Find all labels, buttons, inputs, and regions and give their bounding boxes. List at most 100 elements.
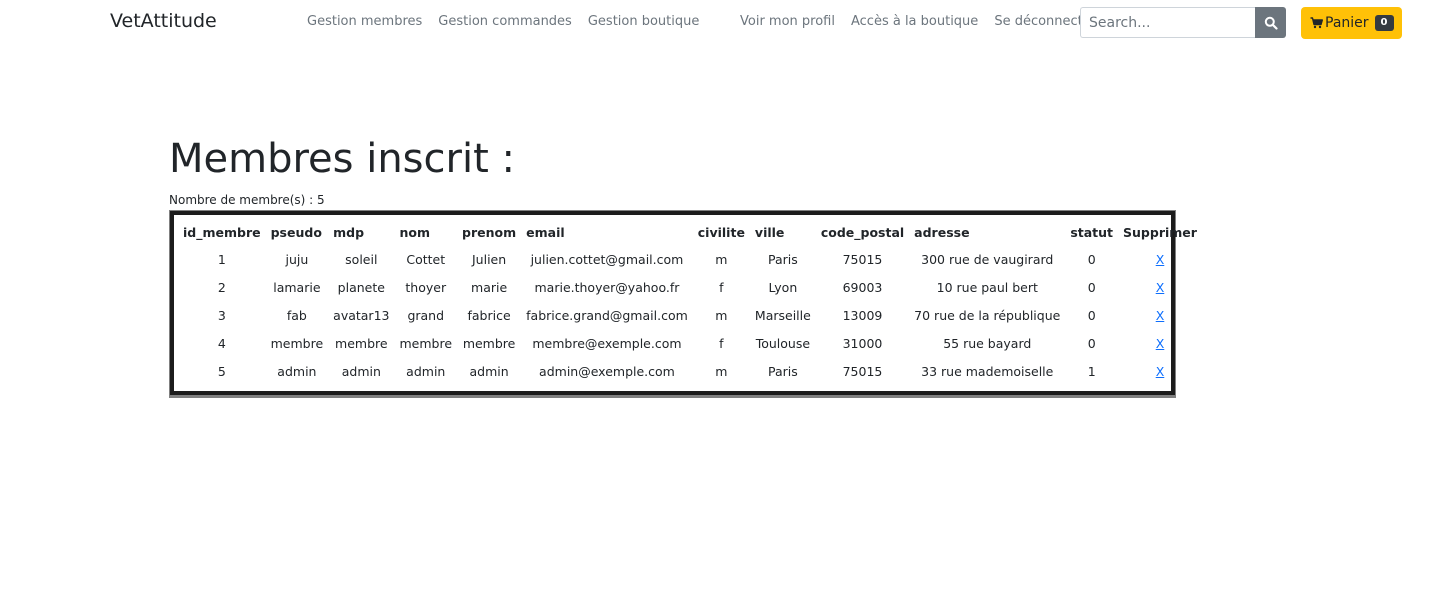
search-form [1080,7,1286,38]
cell-supprimer: X [1118,301,1202,329]
search-icon [1264,16,1278,30]
cart-label: Panier [1325,15,1369,31]
header-id-membre: id_membre [183,224,261,240]
cell-supprimer: X [1118,245,1202,273]
cell-prenom: marie [471,279,508,295]
delete-member-link[interactable]: X [1156,308,1165,323]
cell-nom: membre [399,335,453,351]
cell-nom: grand [407,307,445,323]
cell-supprimer: X [1118,329,1202,357]
cell-email: julien.cottet@gmail.com [530,251,684,267]
nav-gestion-commandes[interactable]: Gestion commandes [438,14,572,29]
header-prenom: prenom [462,224,517,240]
cell-adresse: 55 rue bayard [943,335,1032,351]
cell-id-membre: 2 [217,279,226,295]
cell-id-membre: 1 [217,251,226,267]
header-pseudo: pseudo [270,224,322,240]
cell-mdp: admin [341,363,381,379]
cell-civilite: m [715,251,728,267]
cell-email: admin@exemple.com [539,363,675,379]
delete-member-link[interactable]: X [1156,252,1165,267]
cell-nom: Cottet [406,251,446,267]
cell-adresse: 33 rue mademoiselle [921,363,1054,379]
cell-prenom: fabrice [467,307,511,323]
table-row: 5 admin admin admin admin admin@exemple.… [178,357,1202,385]
cell-nom: admin [406,363,446,379]
header-email: email [526,224,565,240]
table-row: 2 lamarie planete thoyer marie marie.tho… [178,273,1202,301]
members-table-frame: id_membre pseudo mdp nom prenom email ci… [169,210,1197,398]
cell-mdp: avatar13 [333,307,390,323]
cell-ville: Lyon [768,279,798,295]
cell-id-membre: 5 [217,363,226,379]
cell-supprimer: X [1118,357,1202,385]
header-code-postal: code_postal [820,224,905,240]
header-supprimer: Supprimer [1123,224,1197,240]
cell-ville: Paris [767,251,798,267]
cell-email: membre@exemple.com [532,335,682,351]
cell-prenom: Julien [472,251,507,267]
cell-ville: Paris [767,363,798,379]
cell-civilite: f [719,335,724,351]
navbar: VetAttitude Gestion membres Gestion comm… [0,0,1454,46]
cell-code-postal: 69003 [842,279,883,295]
cell-statut: 0 [1087,279,1096,295]
cell-id-membre: 3 [217,307,226,323]
cell-pseudo: fab [286,307,307,323]
header-ville: ville [754,224,785,240]
cell-code-postal: 75015 [842,363,883,379]
admin-nav: Gestion membres Gestion commandes Gestio… [307,14,699,29]
cell-email: marie.thoyer@yahoo.fr [534,279,680,295]
delete-member-link[interactable]: X [1156,336,1165,351]
cell-code-postal: 13009 [842,307,883,323]
header-adresse: adresse [914,224,970,240]
nav-gestion-membres[interactable]: Gestion membres [307,14,422,29]
members-table-border: id_membre pseudo mdp nom prenom email ci… [170,211,1197,395]
members-table: id_membre pseudo mdp nom prenom email ci… [178,219,1202,385]
cell-statut: 0 [1087,307,1096,323]
nav-gestion-boutique[interactable]: Gestion boutique [588,14,700,29]
cell-civilite: m [715,307,728,323]
table-row: 3 fab avatar13 grand fabrice fabrice.gra… [178,301,1202,329]
cell-nom: thoyer [405,279,447,295]
cell-adresse: 10 rue paul bert [936,279,1038,295]
cell-email: fabrice.grand@gmail.com [526,307,688,323]
cell-pseudo: juju [285,251,309,267]
cell-pseudo: membre [270,335,324,351]
delete-member-link[interactable]: X [1156,280,1165,295]
search-button[interactable] [1255,7,1286,38]
table-header-row: id_membre pseudo mdp nom prenom email ci… [178,219,1202,245]
cell-code-postal: 75015 [842,251,883,267]
brand-logo[interactable]: VetAttitude [110,10,217,32]
cell-adresse: 70 rue de la république [914,307,1061,323]
header-statut: statut [1070,224,1114,240]
search-input[interactable] [1080,7,1255,38]
cell-prenom: admin [469,363,509,379]
nav-acces-boutique[interactable]: Accès à la boutique [851,14,978,29]
cell-mdp: membre [335,335,388,351]
table-row: 4 membre membre membre membre membre@exe… [178,329,1202,357]
delete-member-link[interactable]: X [1156,364,1165,379]
table-row: 1 juju soleil Cottet Julien julien.cotte… [178,245,1202,273]
user-nav: Voir mon profil Accès à la boutique Se d… [740,14,1096,29]
cell-civilite: f [719,279,724,295]
cell-ville: Toulouse [755,335,811,351]
cell-code-postal: 31000 [842,335,883,351]
cell-id-membre: 4 [217,335,226,351]
cell-statut: 0 [1087,335,1096,351]
header-nom: nom [399,224,430,240]
cart-icon [1310,17,1323,29]
cart-count-badge: 0 [1374,15,1394,31]
member-count: Nombre de membre(s) : 5 [169,193,325,207]
cell-adresse: 300 rue de vaugirard [921,251,1054,267]
cell-statut: 1 [1087,363,1096,379]
nav-voir-profil[interactable]: Voir mon profil [740,14,835,29]
cell-pseudo: admin [277,363,317,379]
cell-statut: 0 [1087,251,1096,267]
header-civilite: civilite [697,224,745,240]
cart-button[interactable]: Panier 0 [1301,7,1402,39]
cell-supprimer: X [1118,273,1202,301]
cell-prenom: membre [462,335,516,351]
cell-mdp: planete [337,279,385,295]
page-title: Membres inscrit : [169,136,515,182]
